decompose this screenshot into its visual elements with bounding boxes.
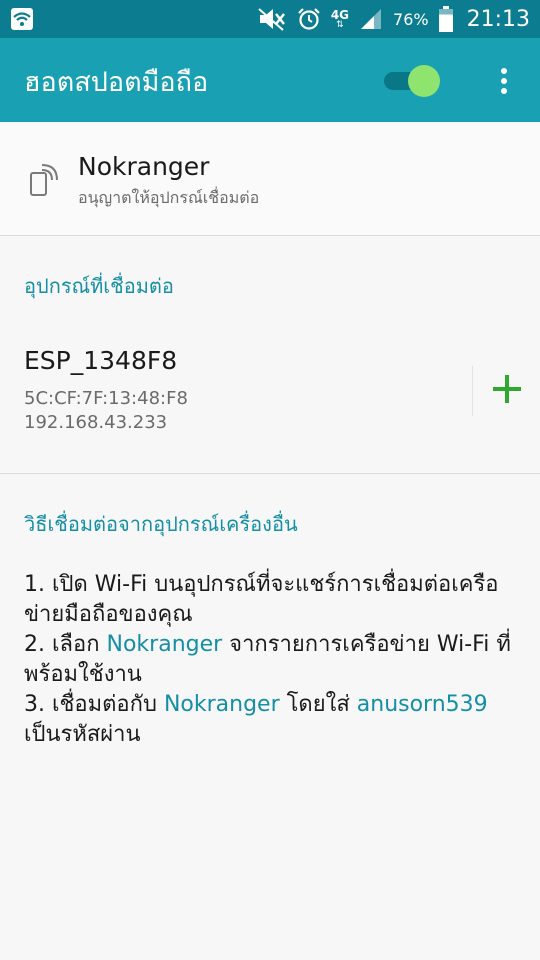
- instructions-header: วิธีเชื่อมต่อจากอุปกรณ์เครื่องอื่น: [24, 512, 298, 536]
- network-type: 4G ⇅: [331, 9, 349, 30]
- step2-network-name: Nokranger: [106, 632, 223, 657]
- step3-prefix: 3. เชื่อมต่อกับ: [24, 692, 164, 717]
- step3-network-name: Nokranger: [163, 692, 280, 717]
- instruction-step-2: 2. เลือก Nokranger จากรายการเครือข่าย Wi…: [24, 630, 524, 690]
- instructions-body: 1. เปิด Wi-Fi บนอุปกรณ์ที่จะแชร์การเชื่อ…: [24, 570, 524, 750]
- alarm-icon: [298, 8, 320, 30]
- more-vert-icon[interactable]: [496, 66, 512, 96]
- signal-icon: [361, 9, 382, 29]
- step2-prefix: 2. เลือก: [24, 632, 107, 657]
- hotspot-subtitle: อนุญาตให้อุปกรณ์เชื่อมต่อ: [78, 188, 260, 207]
- instruction-step-3: 3. เชื่อมต่อกับ Nokranger โดยใส่ anusorn…: [24, 690, 524, 750]
- device-ip: 192.168.43.233: [24, 412, 168, 433]
- wifi-icon: [11, 8, 33, 30]
- connected-devices-header: อุปกรณ์ที่เชื่อมต่อ: [24, 274, 174, 298]
- device-name: ESP_1348F8: [24, 346, 178, 375]
- hotspot-device-icon: [30, 164, 58, 196]
- toggle-knob: [408, 65, 440, 97]
- page-title: ฮอตสปอตมือถือ: [24, 67, 209, 98]
- data-arrows-icon: ⇅: [336, 19, 344, 30]
- hotspot-name: Nokranger: [78, 152, 210, 181]
- mute-icon: [258, 8, 285, 31]
- network-type-label: 4G: [330, 7, 350, 22]
- connected-device-row[interactable]: ESP_1348F8 5C:CF:7F:13:48:F8 192.168.43.…: [0, 330, 540, 473]
- device-divider: [472, 366, 473, 416]
- step3-suffix: เป็นรหัสผ่าน: [24, 722, 141, 747]
- hotspot-toggle[interactable]: [384, 63, 440, 97]
- section-divider: [0, 473, 540, 474]
- step3-middle: โดยใส่: [279, 692, 357, 717]
- device-mac: 5C:CF:7F:13:48:F8: [24, 388, 188, 409]
- app-bar: ฮอตสปอตมือถือ: [0, 38, 540, 122]
- add-icon[interactable]: [488, 370, 526, 408]
- step3-password: anusorn539: [356, 692, 488, 717]
- instruction-step-1: 1. เปิด Wi-Fi บนอุปกรณ์ที่จะแชร์การเชื่อ…: [24, 572, 499, 627]
- clock: 21:13: [466, 6, 530, 32]
- battery-icon: [438, 6, 453, 32]
- hotspot-network-row[interactable]: Nokranger อนุญาตให้อุปกรณ์เชื่อมต่อ: [0, 122, 540, 236]
- battery-percent: 76%: [393, 9, 429, 29]
- status-bar: 4G ⇅ 76% 21:13: [0, 0, 540, 38]
